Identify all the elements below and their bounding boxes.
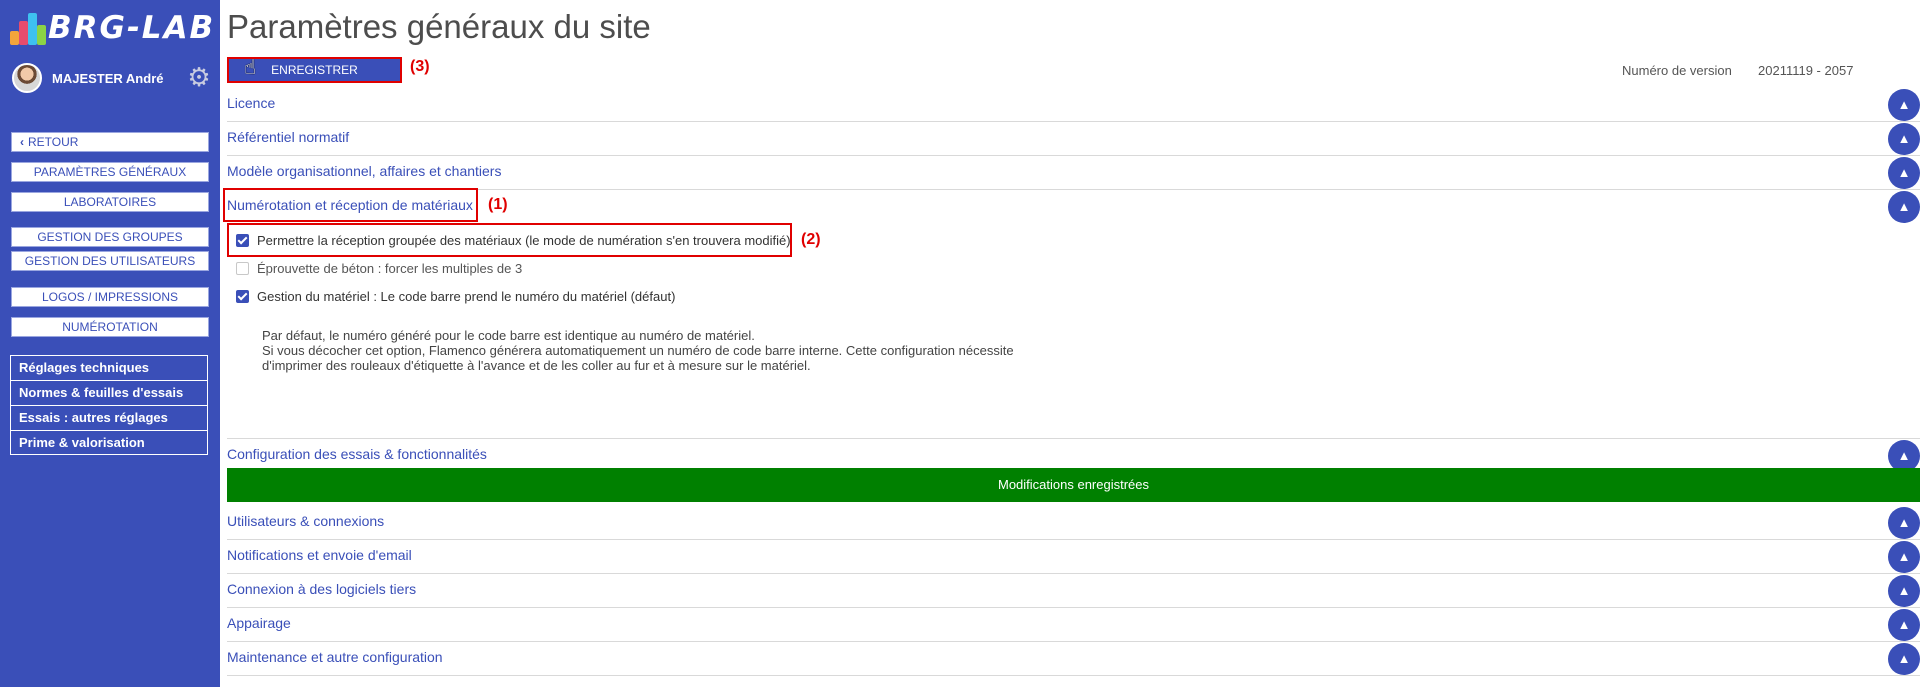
tech-item-reglages[interactable]: Réglages techniques bbox=[11, 356, 207, 381]
nav-numerotation[interactable]: NUMÉROTATION bbox=[11, 317, 209, 337]
annotation-2: (2) bbox=[801, 231, 821, 248]
section-utilisateurs: Utilisateurs & connexions ▲ bbox=[227, 506, 1920, 540]
section-title-modele[interactable]: Modèle organisationnel, affaires et chan… bbox=[227, 163, 501, 179]
section-configuration-essais: Configuration des essais & fonctionnalit… bbox=[227, 439, 1920, 472]
description-line: Par défaut, le numéro généré pour le cod… bbox=[262, 328, 755, 343]
annotation-3: (3) bbox=[410, 58, 430, 75]
collapse-toggle-icon[interactable]: ▲ bbox=[1888, 89, 1920, 121]
section-title-utilisateurs[interactable]: Utilisateurs & connexions bbox=[227, 513, 384, 529]
section-appairage: Appairage ▲ bbox=[227, 608, 1920, 642]
collapse-toggle-icon[interactable]: ▲ bbox=[1888, 609, 1920, 641]
collapse-toggle-icon[interactable]: ▲ bbox=[1888, 507, 1920, 539]
option-code-barre[interactable]: Gestion du matériel : Le code barre pren… bbox=[236, 289, 675, 304]
annotation-1: (1) bbox=[488, 196, 508, 213]
description-line: Si vous décocher cet option, Flamenco gé… bbox=[262, 343, 1014, 358]
section-modele-organisationnel: Modèle organisationnel, affaires et chan… bbox=[227, 156, 1920, 190]
section-referentiel: Référentiel normatif ▲ bbox=[227, 122, 1920, 156]
page-title: Paramètres généraux du site bbox=[227, 8, 651, 45]
section-logiciels-tiers: Connexion à des logiciels tiers ▲ bbox=[227, 574, 1920, 608]
success-notification: Modifications enregistrées bbox=[227, 468, 1920, 502]
nav-gestion-groupes[interactable]: GESTION DES GROUPES bbox=[11, 227, 209, 247]
version-value: 20211119 - 2057 bbox=[1758, 63, 1854, 78]
section-title-licence[interactable]: Licence bbox=[227, 95, 275, 111]
section-title-referentiel[interactable]: Référentiel normatif bbox=[227, 129, 349, 145]
nav-laboratoires[interactable]: LABORATOIRES bbox=[11, 192, 209, 212]
description-line: d'imprimer des rouleaux d'étiquette à l'… bbox=[262, 358, 811, 373]
section-title-maintenance[interactable]: Maintenance et autre configuration bbox=[227, 649, 443, 665]
section-title-configuration[interactable]: Configuration des essais & fonctionnalit… bbox=[227, 446, 487, 462]
collapse-toggle-icon[interactable]: ▲ bbox=[1888, 575, 1920, 607]
tech-item-prime[interactable]: Prime & valorisation bbox=[11, 431, 207, 456]
technical-menu: Réglages techniques Normes & feuilles d'… bbox=[10, 355, 208, 455]
code-barre-description: Par défaut, le numéro généré pour le cod… bbox=[262, 328, 1014, 373]
sidebar: BRG-LAB MAJESTER André ⚙ ‹ RETOUR PARAMÈT… bbox=[0, 0, 220, 687]
logo-mark-icon bbox=[10, 9, 46, 47]
hand-cursor-icon: ☝ bbox=[244, 57, 257, 79]
collapse-toggle-icon[interactable]: ▲ bbox=[1888, 541, 1920, 573]
collapse-toggle-icon[interactable]: ▲ bbox=[1888, 123, 1920, 155]
chevron-left-icon: ‹ bbox=[20, 135, 24, 149]
user-name: MAJESTER André bbox=[52, 70, 164, 86]
nav-parametres-generaux[interactable]: PARAMÈTRES GÉNÉRAUX bbox=[11, 162, 209, 182]
collapse-toggle-icon[interactable]: ▲ bbox=[1888, 643, 1920, 675]
brand-name: BRG-LAB bbox=[48, 10, 216, 46]
collapse-toggle-icon[interactable]: ▲ bbox=[1888, 157, 1920, 189]
collapse-toggle-icon[interactable]: ▲ bbox=[1888, 191, 1920, 223]
option-eprouvette-beton[interactable]: Éprouvette de béton : forcer les multipl… bbox=[236, 261, 522, 276]
tech-item-essais[interactable]: Essais : autres réglages bbox=[11, 406, 207, 431]
option-label: Gestion du matériel : Le code barre pren… bbox=[257, 289, 676, 304]
checkbox-unchecked-icon[interactable] bbox=[236, 262, 249, 275]
section-title-logiciels-tiers[interactable]: Connexion à des logiciels tiers bbox=[227, 581, 416, 597]
section-maintenance: Maintenance et autre configuration ▲ bbox=[227, 642, 1920, 676]
user-panel: MAJESTER André ⚙ bbox=[12, 62, 212, 94]
back-button[interactable]: ‹ RETOUR bbox=[11, 132, 209, 152]
version-label: Numéro de version bbox=[1622, 63, 1732, 78]
section-licence: Licence ▲ bbox=[227, 88, 1920, 122]
section-title-appairage[interactable]: Appairage bbox=[227, 615, 291, 631]
avatar[interactable] bbox=[12, 63, 42, 93]
back-label: RETOUR bbox=[28, 135, 79, 149]
highlight-box-2 bbox=[227, 223, 792, 257]
nav-logos-impressions[interactable]: LOGOS / IMPRESSIONS bbox=[11, 287, 209, 307]
section-title-notifications[interactable]: Notifications et envoie d'email bbox=[227, 547, 412, 563]
gear-icon[interactable]: ⚙ bbox=[186, 64, 212, 90]
nav-gestion-utilisateurs[interactable]: GESTION DES UTILISATEURS bbox=[11, 251, 209, 271]
highlight-box-1 bbox=[223, 188, 478, 222]
tech-item-normes[interactable]: Normes & feuilles d'essais bbox=[11, 381, 207, 406]
checkbox-checked-icon[interactable] bbox=[236, 290, 249, 303]
brand-logo[interactable]: BRG-LAB bbox=[10, 8, 215, 48]
section-notifications: Notifications et envoie d'email ▲ bbox=[227, 540, 1920, 574]
option-label: Éprouvette de béton : forcer les multipl… bbox=[257, 261, 523, 276]
